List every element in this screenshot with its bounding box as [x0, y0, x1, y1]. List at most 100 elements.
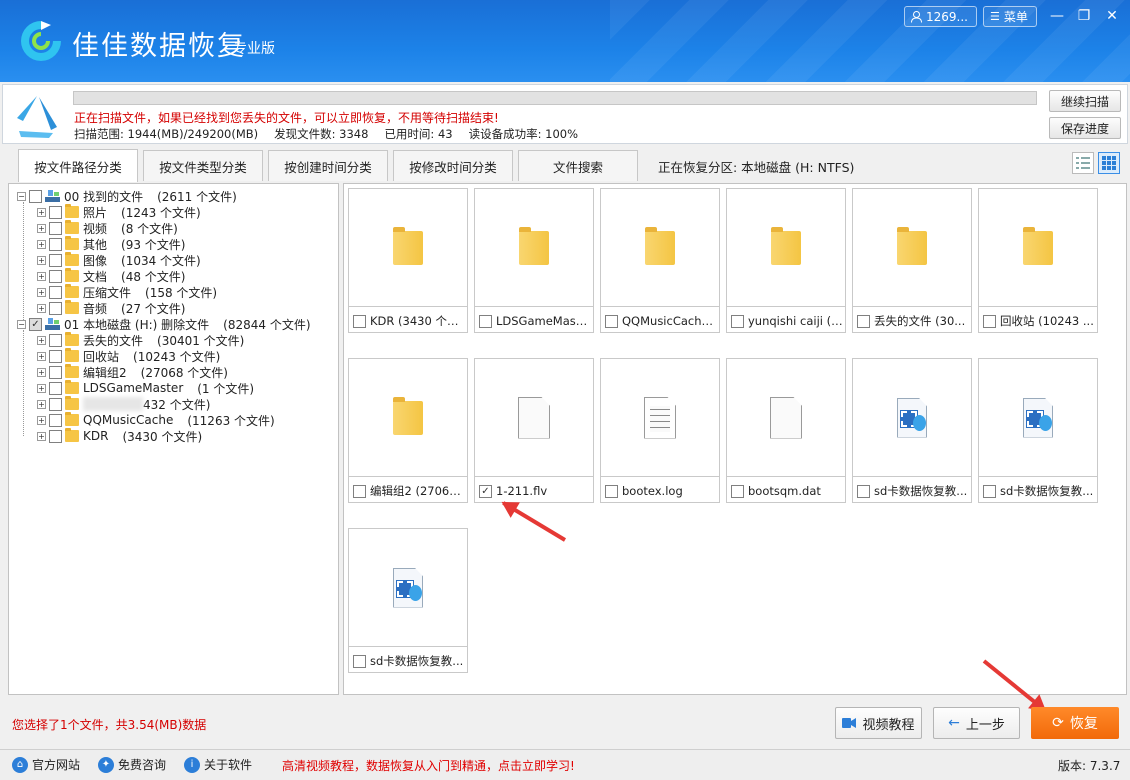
tree-node-videos[interactable]: + 视频 (8 个文件)	[37, 220, 178, 236]
restore-window-button[interactable]: ❐	[1073, 6, 1095, 26]
continue-scan-button[interactable]: 继续扫描	[1049, 90, 1121, 112]
close-icon: ✕	[1106, 8, 1118, 24]
user-account-button[interactable]: 1269...	[904, 6, 977, 27]
tree-checkbox[interactable]	[49, 285, 62, 299]
minimize-button[interactable]: —	[1046, 6, 1068, 26]
tree-node-qqmusiccache[interactable]: + QQMusicCache (11263 个文件)	[37, 412, 275, 428]
expand-toggle[interactable]: +	[37, 367, 46, 377]
tree-checkbox[interactable]	[49, 301, 62, 315]
collapse-toggle[interactable]: −	[17, 319, 26, 329]
file-card[interactable]: yunqishi caiji (43...	[726, 188, 846, 333]
file-name: sd卡数据恢复教...	[874, 484, 968, 498]
expand-toggle[interactable]: +	[37, 271, 46, 281]
expand-toggle[interactable]: +	[37, 255, 46, 265]
tree-checkbox[interactable]	[49, 253, 62, 267]
tree-checkbox[interactable]	[49, 349, 62, 363]
file-card-selected[interactable]: ✓ 1-211.flv	[474, 358, 594, 503]
tree-checkbox[interactable]	[49, 221, 62, 235]
file-card[interactable]: 编辑组2 (27068 ...	[348, 358, 468, 503]
free-consult-link[interactable]: ✦ 免费咨询	[98, 756, 166, 773]
tree-checkbox[interactable]	[49, 365, 62, 379]
file-card[interactable]: bootex.log	[600, 358, 720, 503]
tab-file-search[interactable]: 文件搜索	[518, 150, 638, 181]
tree-checkbox[interactable]	[49, 333, 62, 347]
file-card[interactable]: sd卡数据恢复教...	[978, 358, 1098, 503]
close-button[interactable]: ✕	[1101, 6, 1123, 26]
file-card[interactable]: QQMusicCache (...	[600, 188, 720, 333]
recover-button[interactable]: ⟳ 恢复	[1031, 707, 1119, 739]
tree-node-lost-files[interactable]: + 丢失的文件 (30401 个文件)	[37, 332, 244, 348]
collapse-toggle[interactable]: −	[17, 191, 26, 201]
tree-node-label: 照片	[83, 205, 108, 220]
tree-node-recycle-bin[interactable]: + 回收站 (10243 个文件)	[37, 348, 220, 364]
file-checkbox[interactable]	[605, 484, 618, 498]
tree-checkbox[interactable]	[49, 381, 62, 395]
expand-toggle[interactable]: +	[37, 335, 46, 345]
menu-button[interactable]: ☰ 菜单	[983, 6, 1037, 27]
tree-node-ldsgamemaster[interactable]: + LDSGameMaster (1 个文件)	[37, 380, 254, 396]
tree-node-found-files[interactable]: − 00 找到的文件 (2611 个文件)	[17, 188, 237, 204]
expand-toggle[interactable]: +	[37, 415, 46, 425]
tab-by-path[interactable]: 按文件路径分类	[18, 149, 138, 182]
file-checkbox[interactable]	[983, 484, 996, 498]
tree-node-kdr[interactable]: + KDR (3430 个文件)	[37, 428, 202, 444]
tree-checkbox[interactable]	[49, 413, 62, 427]
file-checkbox[interactable]	[731, 484, 744, 498]
about-software-link[interactable]: i 关于软件	[184, 756, 252, 773]
expand-toggle[interactable]: +	[37, 383, 46, 393]
tree-node-edit-group-2[interactable]: + 编辑组2 (27068 个文件)	[37, 364, 228, 380]
expand-toggle[interactable]: +	[37, 303, 46, 313]
tree-checkbox[interactable]	[49, 429, 62, 443]
expand-toggle[interactable]: +	[37, 239, 46, 249]
tab-by-modified-time[interactable]: 按修改时间分类	[393, 150, 513, 181]
expand-toggle[interactable]: +	[37, 287, 46, 297]
file-card[interactable]: 回收站 (10243 ...	[978, 188, 1098, 333]
file-card[interactable]: KDR (3430 个文件)	[348, 188, 468, 333]
expand-toggle[interactable]: +	[37, 351, 46, 361]
tree-node-local-disk[interactable]: − ✓ 01 本地磁盘 (H:) 删除文件 (82844 个文件)	[17, 316, 311, 332]
list-view-button[interactable]	[1072, 152, 1094, 174]
tree-checkbox[interactable]: ✓	[29, 317, 42, 331]
file-card[interactable]: LDSGameMaster ...	[474, 188, 594, 333]
official-website-link[interactable]: ⌂ 官方网站	[12, 756, 80, 773]
tree-node-audio[interactable]: + 音频 (27 个文件)	[37, 300, 185, 316]
grid-view-button[interactable]	[1098, 152, 1120, 174]
tree-node-photos[interactable]: + 照片 (1243 个文件)	[37, 204, 201, 220]
tree-node-archives[interactable]: + 压缩文件 (158 个文件)	[37, 284, 217, 300]
expand-toggle[interactable]: +	[37, 207, 46, 217]
tab-by-type[interactable]: 按文件类型分类	[143, 150, 263, 181]
file-checkbox[interactable]	[605, 314, 618, 328]
tree-node-documents[interactable]: + 文档 (48 个文件)	[37, 268, 185, 284]
file-card[interactable]: sd卡数据恢复教...	[348, 528, 468, 673]
file-checkbox[interactable]	[731, 314, 744, 328]
file-checkbox[interactable]	[353, 654, 366, 668]
tree-checkbox[interactable]	[49, 269, 62, 283]
tab-by-created-time[interactable]: 按创建时间分类	[268, 150, 388, 181]
tree-node-images[interactable]: + 图像 (1034 个文件)	[37, 252, 201, 268]
file-checkbox[interactable]	[353, 314, 366, 328]
save-progress-button[interactable]: 保存进度	[1049, 117, 1121, 139]
tree-node-blurred-folder[interactable]: +432 个文件)	[37, 396, 210, 412]
file-checkbox-checked[interactable]: ✓	[479, 484, 492, 498]
tree-node-other[interactable]: + 其他 (93 个文件)	[37, 236, 185, 252]
tree-checkbox[interactable]	[49, 205, 62, 219]
file-checkbox[interactable]	[479, 314, 492, 328]
file-card[interactable]: 丢失的文件 (30...	[852, 188, 972, 333]
file-checkbox[interactable]	[857, 484, 870, 498]
file-card[interactable]: bootsqm.dat	[726, 358, 846, 503]
home-icon: ⌂	[12, 756, 28, 773]
file-card[interactable]: sd卡数据恢复教...	[852, 358, 972, 503]
expand-toggle[interactable]: +	[37, 399, 46, 409]
expand-toggle[interactable]: +	[37, 431, 46, 441]
expand-toggle[interactable]: +	[37, 223, 46, 233]
previous-step-button[interactable]: ← 上一步	[933, 707, 1020, 739]
file-checkbox[interactable]	[857, 314, 870, 328]
promo-link[interactable]: 高清视频教程，数据恢复从入门到精通，点击立即学习!	[282, 757, 575, 774]
file-checkbox[interactable]	[353, 484, 366, 498]
tree-checkbox[interactable]	[29, 189, 42, 203]
file-checkbox[interactable]	[983, 314, 996, 328]
tree-checkbox[interactable]	[49, 397, 62, 411]
video-tutorial-button[interactable]: 视频教程	[835, 707, 922, 739]
tree-checkbox[interactable]	[49, 237, 62, 251]
recover-icon: ⟳	[1052, 715, 1064, 731]
